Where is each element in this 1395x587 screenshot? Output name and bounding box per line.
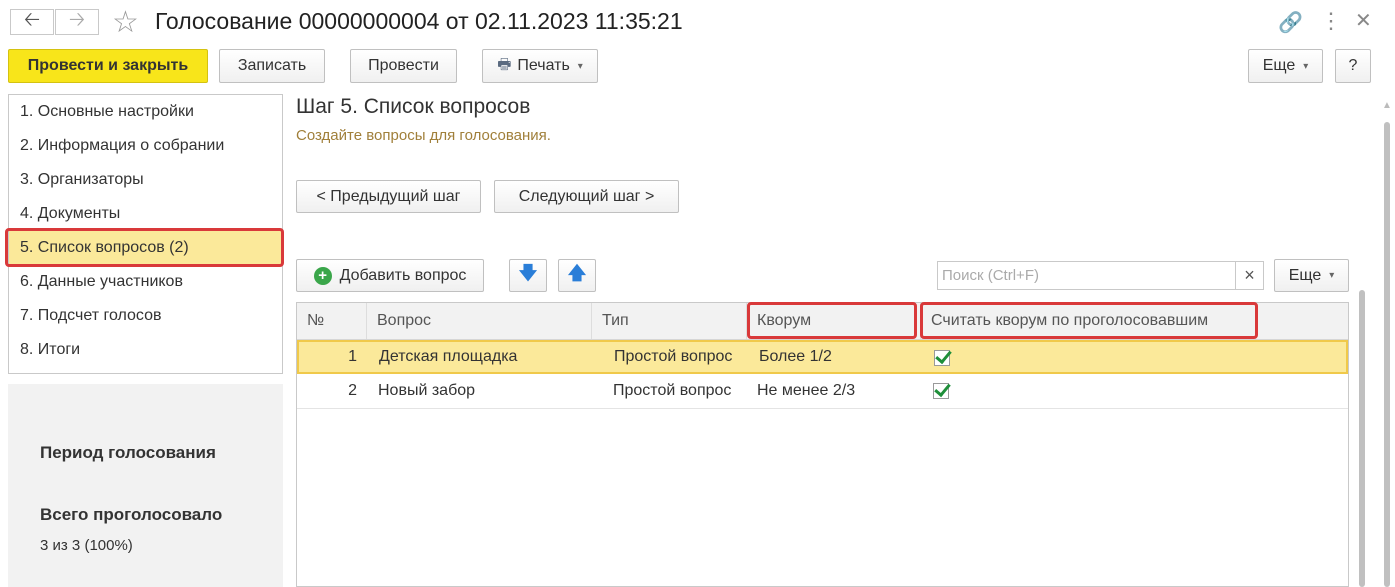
- plus-circle-icon: +: [313, 266, 332, 285]
- previous-step-button[interactable]: < Предыдущий шаг: [296, 180, 481, 213]
- nav-item-participants[interactable]: 6. Данные участников: [9, 265, 282, 299]
- highlight-frame-count-voted: [920, 302, 1258, 339]
- table-row[interactable]: 2 Новый забор Простой вопрос Не менее 2/…: [297, 374, 1348, 409]
- chevron-down-icon: ▾: [1303, 60, 1309, 72]
- chevron-down-icon: ▾: [1329, 270, 1335, 281]
- nav-item-vote-count[interactable]: 7. Подсчет голосов: [9, 299, 282, 333]
- page-title: Шаг 5. Список вопросов: [296, 95, 531, 118]
- period-label: Период голосования: [40, 443, 216, 462]
- row-question: Детская площадка: [379, 348, 518, 365]
- col-header-number[interactable]: №: [297, 303, 367, 339]
- more-button[interactable]: Еще ▾: [1248, 49, 1323, 83]
- arrow-up-icon: 🡅: [567, 262, 587, 283]
- search-placeholder: Поиск (Ctrl+F): [942, 267, 1039, 284]
- highlight-frame-quorum: [747, 302, 917, 339]
- star-icon[interactable]: ☆: [112, 5, 139, 40]
- page-subtitle: Создайте вопросы для голосования.: [296, 127, 551, 144]
- arrow-right-icon: 🡢: [68, 9, 86, 31]
- kebab-menu-icon[interactable]: ⋮: [1320, 8, 1342, 34]
- nav-item-organizers[interactable]: 3. Организаторы: [9, 163, 282, 197]
- printer-icon: 🖶: [497, 55, 512, 73]
- back-button[interactable]: 🡠: [10, 9, 54, 35]
- search-input[interactable]: Поиск (Ctrl+F) ×: [937, 261, 1264, 290]
- page-scrollbar[interactable]: [1384, 122, 1390, 587]
- row-type: Простой вопрос: [614, 348, 733, 365]
- count-voted-checkbox[interactable]: [933, 383, 949, 399]
- row-question: Новый забор: [378, 382, 476, 399]
- row-number: 1: [348, 348, 357, 365]
- nav-item-main-settings[interactable]: 1. Основные настройки: [9, 95, 282, 129]
- scroll-up-icon[interactable]: ▲: [1382, 100, 1392, 111]
- arrow-down-icon: 🡇: [518, 262, 538, 283]
- window-title: Голосование 00000000004 от 02.11.2023 11…: [155, 8, 683, 34]
- row-quorum: Не менее 2/3: [757, 382, 856, 399]
- count-voted-checkbox[interactable]: [934, 350, 950, 366]
- nav-item-meeting-info[interactable]: 2. Информация о собрании: [9, 129, 282, 163]
- help-button[interactable]: ?: [1335, 49, 1371, 83]
- highlight-frame-nav: [5, 228, 284, 267]
- next-step-button[interactable]: Следующий шаг >: [494, 180, 679, 213]
- summary-panel: Период голосования Всего проголосовало 3…: [8, 384, 283, 587]
- row-number: 2: [348, 382, 357, 399]
- link-icon[interactable]: 🔗: [1278, 10, 1303, 35]
- total-voted-value: 3 из 3 (100%): [40, 537, 133, 554]
- print-label: Печать: [517, 57, 570, 74]
- questions-table: № Вопрос Тип Кворум Считать кворум по пр…: [296, 302, 1349, 587]
- print-button[interactable]: 🖶 Печать ▾: [482, 49, 598, 83]
- nav-item-documents[interactable]: 4. Документы: [9, 197, 282, 231]
- list-more-label: Еще: [1288, 266, 1322, 284]
- arrow-left-icon: 🡠: [23, 9, 41, 31]
- add-question-label: Добавить вопрос: [339, 266, 467, 284]
- nav-item-results[interactable]: 8. Итоги: [9, 333, 282, 367]
- col-header-question[interactable]: Вопрос: [367, 303, 592, 339]
- post-button[interactable]: Провести: [350, 49, 457, 83]
- clear-search-button[interactable]: ×: [1235, 262, 1263, 289]
- save-button[interactable]: Записать: [219, 49, 325, 83]
- chevron-down-icon: ▾: [577, 60, 583, 72]
- close-icon[interactable]: ✕: [1355, 8, 1372, 33]
- list-more-button[interactable]: Еще ▾: [1274, 259, 1349, 292]
- row-quorum: Более 1/2: [759, 348, 832, 365]
- more-label: Еще: [1262, 57, 1296, 74]
- table-scrollbar[interactable]: [1359, 290, 1365, 587]
- post-and-close-button[interactable]: Провести и закрыть: [8, 49, 208, 83]
- total-voted-label: Всего проголосовало: [40, 505, 223, 524]
- col-header-type[interactable]: Тип: [592, 303, 747, 339]
- forward-button[interactable]: 🡢: [55, 9, 99, 35]
- table-row[interactable]: 1 Детская площадка Простой вопрос Более …: [297, 340, 1348, 374]
- row-type: Простой вопрос: [613, 382, 732, 399]
- move-up-button[interactable]: 🡅: [558, 259, 596, 292]
- add-question-button[interactable]: + Добавить вопрос: [296, 259, 484, 292]
- move-down-button[interactable]: 🡇: [509, 259, 547, 292]
